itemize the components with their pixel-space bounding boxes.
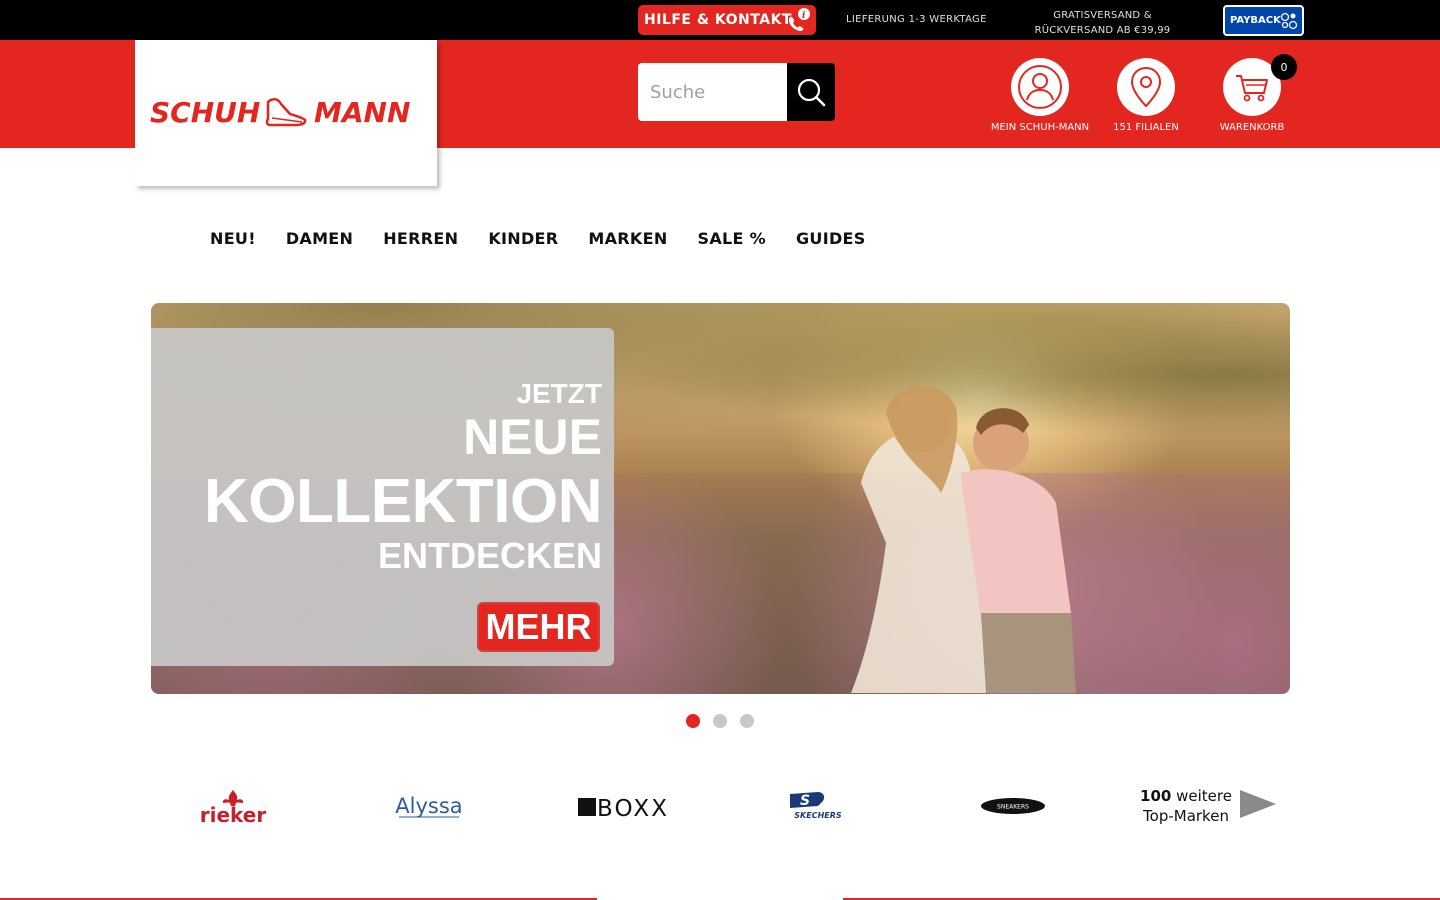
svg-text:S: S	[800, 793, 810, 809]
carousel-dot-3[interactable]	[740, 714, 754, 728]
nav-item-new[interactable]: NEU!	[210, 229, 256, 248]
more-brands-line2: Top-Marken	[1143, 807, 1229, 825]
hero-banner[interactable]: JETZT NEUE KOLLEKTION ENTDECKEN MEHR	[151, 303, 1290, 694]
search-input[interactable]	[638, 63, 787, 121]
search-icon	[797, 78, 826, 107]
hero-more-button[interactable]: MEHR	[477, 602, 600, 652]
cart-label: WARENKORB	[1219, 122, 1285, 133]
svg-text:SNEAKERS: SNEAKERS	[997, 804, 1029, 811]
cart-circle: 0	[1223, 54, 1297, 116]
hero-couple-image	[851, 385, 1076, 693]
alyssa-logo-image: Alyssa	[395, 794, 462, 818]
user-icon	[1018, 65, 1062, 109]
search-button[interactable]	[787, 63, 835, 121]
delivery-info: LIEFERUNG 1-3 WERKTAGE	[846, 14, 987, 25]
cart-count-badge: 0	[1271, 54, 1297, 80]
main-navigation: NEU! DAMEN HERREN KINDER MARKEN SALE % G…	[178, 226, 896, 250]
svg-text:MANN: MANN	[314, 96, 410, 129]
svg-text:rieker: rieker	[200, 803, 267, 827]
svg-text:BOXX: BOXX	[597, 796, 667, 822]
boxx-logo-image: BOXX	[578, 796, 667, 822]
help-contact-label: HILFE & KONTAKT	[644, 12, 792, 28]
nav-item-guides[interactable]: GUIDES	[796, 229, 866, 248]
stores-label: 151 FILIALEN	[1113, 122, 1179, 133]
carousel-dot-2[interactable]	[713, 714, 727, 728]
more-brands-count: 100	[1140, 787, 1172, 805]
brand-skechers-logo[interactable]: S SKECHERS	[782, 786, 854, 828]
svg-text:i: i	[802, 11, 806, 21]
hero-promo-panel: JETZT NEUE KOLLEKTION ENTDECKEN MEHR	[151, 328, 614, 666]
nav-item-kids[interactable]: KINDER	[488, 229, 558, 248]
shopping-cart-icon	[1236, 75, 1268, 102]
more-brands-text: 100 weitere Top-Marken	[1140, 786, 1232, 826]
free-shipping-info: GRATISVERSAND & RÜCKVERSAND AB €39,99	[1020, 8, 1185, 38]
more-brands-link[interactable]: 100 weitere Top-Marken	[1140, 786, 1280, 826]
free-shipping-line2: RÜCKVERSAND AB €39,99	[1034, 25, 1171, 36]
stores-link[interactable]: 151 FILIALEN	[1112, 58, 1180, 133]
brand-rieker-logo[interactable]: rieker	[195, 786, 271, 828]
hero-line-new: NEUE	[463, 409, 602, 465]
brand-alyssa-logo[interactable]: Alyssa	[393, 786, 465, 828]
hero-line-discover: ENTDECKEN	[377, 535, 602, 576]
carousel-dot-1[interactable]	[686, 714, 700, 728]
payback-button[interactable]: PAYBACK	[1223, 5, 1304, 36]
nav-item-sale[interactable]: SALE %	[698, 229, 766, 248]
location-pin-icon	[1130, 66, 1162, 108]
schuh-mann-logo: SCHUH MANN	[150, 96, 410, 129]
brand-boxx-logo[interactable]: BOXX	[575, 786, 671, 828]
play-arrow-icon	[1240, 790, 1276, 818]
cart-link[interactable]: 0 WARENKORB	[1218, 54, 1297, 133]
hero-line-now: JETZT	[516, 378, 602, 409]
top-bar: HILFE & KONTAKT i LIEFERUNG 1-3 WERKTAGE…	[0, 0, 1440, 40]
nav-item-men[interactable]: HERREN	[383, 229, 458, 248]
account-label: MEIN SCHUH-MANN	[990, 122, 1090, 133]
svg-text:Alyssa: Alyssa	[395, 794, 462, 818]
nav-item-brands[interactable]: MARKEN	[588, 229, 667, 248]
account-link[interactable]: MEIN SCHUH-MANN	[986, 58, 1094, 133]
nav-item-women[interactable]: DAMEN	[286, 229, 353, 248]
skechers-logo-image: S SKECHERS	[790, 792, 842, 820]
svg-text:SCHUH: SCHUH	[150, 96, 260, 129]
rieker-logo-image: rieker	[200, 790, 267, 827]
stores-circle	[1117, 58, 1175, 116]
search-bar	[638, 63, 835, 121]
help-contact-button[interactable]: HILFE & KONTAKT i	[638, 5, 816, 35]
more-brands-word: weitere	[1171, 787, 1232, 805]
account-circle	[1011, 58, 1069, 116]
logo-link[interactable]: SCHUH MANN	[135, 40, 437, 186]
brand-sneakers-logo[interactable]: SNEAKERS	[978, 786, 1048, 828]
sneakers-logo-image: SNEAKERS	[981, 798, 1045, 814]
hero-line-collection: KOLLEKTION	[204, 467, 602, 536]
payback-label: PAYBACK	[1230, 15, 1281, 26]
payback-dots-icon	[1280, 12, 1298, 30]
phone-info-icon: i	[789, 8, 810, 31]
svg-text:SKECHERS: SKECHERS	[794, 811, 842, 820]
free-shipping-line1: GRATISVERSAND &	[1053, 10, 1152, 21]
carousel-dots	[686, 714, 754, 728]
